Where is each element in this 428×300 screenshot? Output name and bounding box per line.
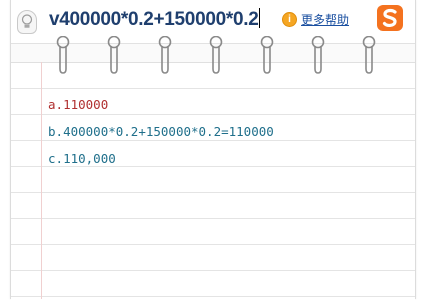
paper-margin-line: [41, 62, 42, 299]
candidate-text: 110,000: [63, 151, 116, 166]
notebook-ring-icon: [260, 36, 274, 74]
notebook-ring-icon: [56, 36, 70, 74]
notebook-ring-icon: [362, 36, 376, 74]
candidate-index: c.: [48, 151, 64, 166]
notebook-ring-icon: [107, 36, 121, 74]
ime-popup-window: v400000*0.2+150000*0.2 i 更多帮助 a.110000 b…: [10, 0, 416, 300]
query-value: v400000*0.2+150000*0.2: [49, 9, 259, 30]
notebook-rings: [11, 36, 415, 76]
sogou-logo-icon[interactable]: [377, 5, 403, 31]
info-icon[interactable]: i: [282, 12, 297, 27]
candidate-item-a[interactable]: a.110000: [48, 97, 108, 112]
candidate-index: a.: [48, 97, 64, 112]
candidate-text: 110000: [63, 97, 109, 112]
candidate-text: 400000*0.2+150000*0.2=110000: [63, 124, 274, 139]
lightbulb-icon[interactable]: [17, 10, 37, 34]
notebook-ring-icon: [209, 36, 223, 74]
candidate-item-b[interactable]: b.400000*0.2+150000*0.2=110000: [48, 124, 274, 139]
notebook-ring-icon: [158, 36, 172, 74]
candidate-item-c[interactable]: c.110,000: [48, 151, 116, 166]
more-help-link[interactable]: 更多帮助: [301, 11, 349, 28]
query-text[interactable]: v400000*0.2+150000*0.2: [49, 8, 261, 31]
notebook-ring-icon: [311, 36, 325, 74]
text-caret: [259, 8, 261, 28]
candidate-index: b.: [48, 124, 64, 139]
